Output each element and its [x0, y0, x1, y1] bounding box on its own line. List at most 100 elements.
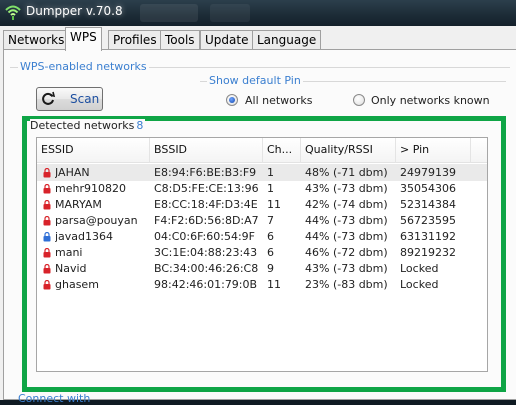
detected-networks-text: Detected networks [30, 119, 135, 132]
list-header: ESSID BSSID Ch... Quality/RSSI > Pin [37, 138, 487, 163]
cell-bssid: E8:CC:18:4F:D3:4E [154, 198, 258, 211]
tab-networks-label: Networks [8, 33, 65, 47]
cell-channel: 1 [267, 166, 274, 179]
default-pin-group-title: Show default Pin [207, 74, 303, 87]
table-row[interactable]: mehr910820 C8:D5:FE:CE:13:96 1 43% (-73 dbm… [37, 180, 487, 197]
cell-channel: 6 [267, 230, 274, 243]
title-bar: Dumpper v.70.8 [0, 0, 516, 26]
tab-wps[interactable]: WPS [65, 27, 102, 51]
tab-tools[interactable]: Tools [160, 30, 200, 50]
cell-essid: parsa@pouyan [55, 214, 138, 227]
scan-button-label: Scan [70, 92, 100, 106]
cell-pin: 89219232 [400, 246, 456, 259]
cell-essid: ghasem [55, 278, 99, 291]
tab-tools-label: Tools [165, 33, 195, 47]
cell-essid: Navid [55, 262, 87, 275]
cell-channel: 1 [267, 182, 274, 195]
refresh-icon [42, 91, 56, 105]
cell-essid: MARYAM [55, 198, 102, 211]
red-lock-icon [43, 264, 51, 274]
tab-language[interactable]: Language [252, 30, 322, 50]
cell-pin: Locked [400, 278, 439, 291]
column-bssid-label: BSSID [154, 143, 188, 156]
cell-bssid: 3C:1E:04:88:23:43 [154, 246, 258, 259]
tab-update-label: Update [205, 33, 249, 47]
tab-profiles[interactable]: Profiles [108, 30, 162, 50]
column-channel[interactable]: Ch... [263, 138, 301, 163]
all-networks-label: All networks [245, 94, 313, 107]
table-row[interactable]: Navid BC:34:00:46:26:C8 9 43% (-73 dbm) Lock… [37, 260, 487, 277]
column-pin[interactable]: > Pin [396, 138, 471, 163]
column-pin-label: > Pin [400, 143, 430, 156]
table-row[interactable]: ghasem 98:42:46:01:79:0B 11 23% (-83 dbm) Lo… [37, 276, 487, 293]
column-quality-label: Quality/RSSI [305, 143, 373, 156]
column-essid[interactable]: ESSID [37, 138, 150, 163]
radio-selected-dot [229, 97, 235, 103]
tab-language-label: Language [257, 33, 317, 47]
red-lock-icon [43, 216, 51, 226]
cell-pin: 52314384 [400, 198, 456, 211]
cell-channel: 11 [267, 198, 281, 211]
table-row[interactable]: JAHAN E8:94:F6:BE:B3:F9 1 48% (-71 dbm) 2497… [37, 164, 487, 181]
only-known-radio[interactable] [353, 94, 365, 106]
cell-quality: 42% (-74 dbm) [305, 198, 388, 211]
cell-quality: 44% (-73 dbm) [305, 230, 388, 243]
red-lock-icon [43, 248, 51, 258]
table-row[interactable]: MARYAM E8:CC:18:4F:D3:4E 11 42% (-74 dbm) 52… [37, 196, 487, 213]
column-bssid[interactable]: BSSID [150, 138, 263, 163]
cell-bssid: 04:C0:6F:60:54:9F [154, 230, 255, 243]
tab-profiles-label: Profiles [113, 33, 157, 47]
cell-pin: 56723595 [400, 214, 456, 227]
red-lock-icon [43, 280, 51, 290]
cell-channel: 7 [267, 214, 274, 227]
cell-quality: 23% (-83 dbm) [305, 278, 388, 291]
wifi-app-icon [5, 5, 21, 20]
cell-bssid: 98:42:46:01:79:0B [154, 278, 258, 291]
window-title: Dumpper v.70.8 [26, 4, 123, 18]
blue-lock-icon [43, 232, 51, 242]
red-lock-icon [43, 200, 51, 210]
cell-channel: 9 [267, 262, 274, 275]
cell-quality: 44% (-73 dbm) [305, 214, 388, 227]
cell-quality: 43% (-73 dbm) [305, 182, 388, 195]
column-channel-label: Ch... [267, 143, 293, 156]
tab-wps-label: WPS [70, 30, 97, 44]
cell-pin: 35054306 [400, 182, 456, 195]
cell-quality: 46% (-72 dbm) [305, 246, 388, 259]
column-essid-label: ESSID [41, 143, 74, 156]
cell-bssid: BC:34:00:46:26:C8 [154, 262, 259, 275]
app-window: Dumpper v.70.8 Networks WPS Profiles Too… [0, 0, 516, 405]
red-lock-icon [43, 168, 51, 178]
tab-networks[interactable]: Networks [3, 30, 70, 50]
cell-bssid: F4:F2:6D:56:8D:A7 [154, 214, 259, 227]
cell-essid: JAHAN [55, 166, 90, 179]
cell-pin: Locked [400, 262, 439, 275]
cell-essid: javad1364 [55, 230, 114, 243]
taskbar-background [140, 4, 198, 22]
red-lock-icon [43, 184, 51, 194]
cell-channel: 6 [267, 246, 274, 259]
column-quality[interactable]: Quality/RSSI [301, 138, 396, 163]
only-known-label: Only networks known [371, 94, 490, 107]
connect-group-title: Connect with [18, 392, 91, 405]
table-row[interactable]: mani 3C:1E:04:88:23:43 6 46% (-72 dbm) 89219… [37, 244, 487, 261]
cell-pin: 24979139 [400, 166, 456, 179]
detected-networks-count: 8 [136, 119, 144, 132]
cell-pin: 63131192 [400, 230, 456, 243]
cell-channel: 11 [267, 278, 281, 291]
all-networks-radio[interactable] [226, 94, 238, 106]
networks-list[interactable]: ESSID BSSID Ch... Quality/RSSI > Pin JAH… [36, 137, 488, 372]
tab-strip: Networks WPS Profiles Tools Update Langu… [0, 26, 516, 51]
scan-button[interactable]: Scan [36, 87, 103, 111]
cell-quality: 43% (-73 dbm) [305, 262, 388, 275]
tab-update[interactable]: Update [200, 30, 254, 50]
cell-bssid: C8:D5:FE:CE:13:96 [154, 182, 259, 195]
detected-networks-label: Detected networks 8 [30, 119, 146, 132]
cell-bssid: E8:94:F6:BE:B3:F9 [154, 166, 257, 179]
cell-quality: 48% (-71 dbm) [305, 166, 388, 179]
table-row[interactable]: parsa@pouyan F4:F2:6D:56:8D:A7 7 44% (-73 d… [37, 212, 487, 229]
wps-group-title: WPS-enabled networks [18, 60, 149, 73]
table-row[interactable]: javad1364 04:C0:6F:60:54:9F 6 44% (-73 dbm)… [37, 228, 487, 245]
cell-essid: mani [55, 246, 83, 259]
cell-essid: mehr910820 [55, 182, 126, 195]
